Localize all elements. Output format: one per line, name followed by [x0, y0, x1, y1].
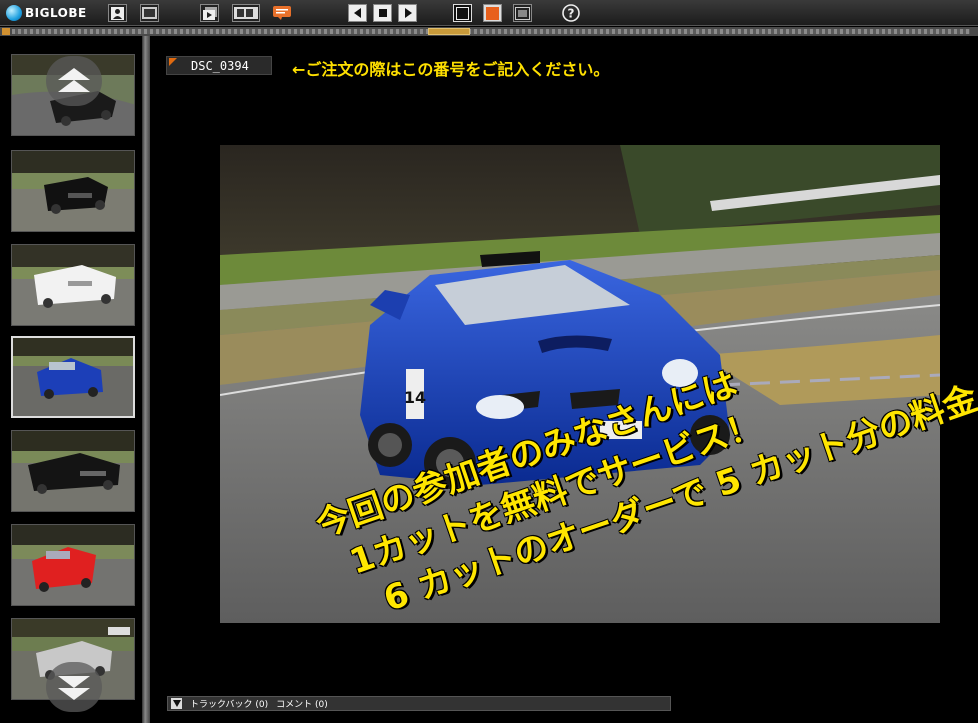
logo-text: BIGLOBE: [25, 6, 87, 20]
thumbnail-5[interactable]: [11, 430, 135, 512]
car-number: 14: [404, 388, 426, 407]
trackback-link[interactable]: トラックバック (0): [190, 697, 268, 710]
top-toolbar: BIGLOBE ?: [0, 0, 978, 26]
scroll-down-button[interactable]: [46, 662, 102, 712]
thumbnail-4-selected[interactable]: [11, 336, 135, 418]
filmstrip-button[interactable]: [232, 4, 260, 22]
film-button[interactable]: [140, 4, 159, 22]
help-icon: ?: [561, 4, 580, 22]
orange-square-icon: [486, 6, 499, 20]
stop-icon: [378, 9, 387, 17]
photo-id-label: DSC_0394: [191, 58, 249, 73]
chat-icon: [272, 6, 291, 20]
double-down-arrow-icon: [58, 676, 90, 700]
scrub-track[interactable]: [12, 29, 970, 34]
orange-bg-button[interactable]: [483, 4, 502, 22]
person-button[interactable]: [108, 4, 127, 22]
next-icon: [404, 8, 412, 18]
fit-button[interactable]: [513, 4, 532, 22]
filmstrip-icon: [234, 7, 258, 19]
double-up-arrow-icon: [58, 68, 90, 92]
thumbnail-3[interactable]: [11, 244, 135, 326]
help-button[interactable]: ?: [561, 4, 580, 22]
help-glyph: ?: [567, 7, 574, 21]
order-note: ←ご注文の際はこの番号をご記入ください。: [292, 60, 610, 79]
scrub-handle[interactable]: [428, 28, 470, 35]
logo-ball-icon: [6, 5, 22, 21]
biglobe-logo[interactable]: BIGLOBE: [6, 4, 87, 22]
scrub-start-marker: [2, 28, 10, 35]
next-button[interactable]: [398, 4, 417, 22]
footer-bar: トラックバック (0) コメント (0): [167, 696, 671, 711]
white-square-icon: [456, 6, 469, 20]
stop-button[interactable]: [373, 4, 392, 22]
comment-link[interactable]: コメント (0): [276, 697, 328, 710]
slideshow-button[interactable]: [200, 4, 219, 22]
person-icon: [111, 6, 124, 20]
white-bg-button[interactable]: [453, 4, 472, 22]
fit-icon: [515, 6, 530, 20]
orange-corner-icon: [169, 57, 177, 66]
film-icon: [142, 7, 157, 19]
photo-id-badge: DSC_0394: [166, 56, 272, 75]
prev-button[interactable]: [348, 4, 367, 22]
strip-divider: [142, 36, 150, 723]
thumbnail-2[interactable]: [11, 150, 135, 232]
timeline-scrubber[interactable]: [0, 27, 978, 36]
prev-icon: [353, 8, 361, 18]
play-slide-icon: [202, 6, 217, 20]
scroll-up-button[interactable]: [46, 56, 102, 106]
expand-toggle[interactable]: [171, 698, 182, 709]
triangle-down-icon: [172, 700, 181, 707]
comment-button[interactable]: [272, 4, 291, 22]
thumbnail-6[interactable]: [11, 524, 135, 606]
